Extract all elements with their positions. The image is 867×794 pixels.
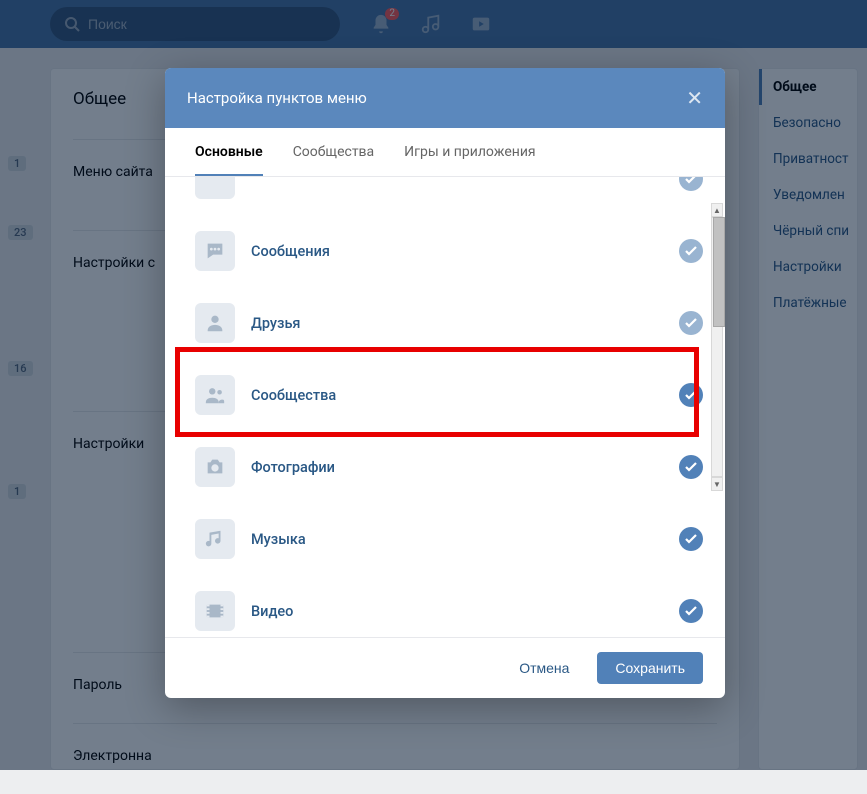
menu-label: Музыка bbox=[251, 531, 663, 548]
menu-row-partial bbox=[195, 177, 703, 215]
menu-label: Сообщения bbox=[251, 243, 663, 260]
modal-footer: Отмена Сохранить bbox=[165, 637, 725, 698]
close-icon[interactable]: ✕ bbox=[686, 86, 703, 110]
toggle-check[interactable] bbox=[679, 455, 703, 479]
save-button[interactable]: Сохранить bbox=[597, 652, 703, 684]
toggle-check[interactable] bbox=[679, 383, 703, 407]
scrollbar-thumb[interactable] bbox=[713, 217, 725, 327]
menu-settings-modal: Настройка пунктов меню ✕ Основные Сообще… bbox=[165, 68, 725, 698]
toggle-check[interactable] bbox=[679, 527, 703, 551]
person-icon bbox=[195, 303, 235, 343]
menu-label: Видео bbox=[251, 603, 663, 620]
chat-icon bbox=[195, 231, 235, 271]
generic-icon bbox=[195, 177, 235, 199]
scroll-down-icon[interactable]: ▼ bbox=[711, 477, 723, 491]
menu-label: Сообщества bbox=[251, 387, 663, 404]
film-icon bbox=[195, 591, 235, 631]
menu-row-communities: Сообщества bbox=[195, 359, 703, 431]
modal-title: Настройка пунктов меню bbox=[187, 89, 367, 107]
menu-row-video: Видео bbox=[195, 575, 703, 637]
toggle-check[interactable] bbox=[679, 239, 703, 263]
toggle-check[interactable] bbox=[679, 311, 703, 335]
menu-row-friends: Друзья bbox=[195, 287, 703, 359]
people-icon bbox=[195, 375, 235, 415]
menu-label: Фотографии bbox=[251, 459, 663, 476]
toggle-check[interactable] bbox=[679, 599, 703, 623]
modal-tabs: Основные Сообщества Игры и приложения bbox=[165, 128, 725, 177]
menu-row-messages: Сообщения bbox=[195, 215, 703, 287]
tab-apps[interactable]: Игры и приложения bbox=[404, 128, 535, 176]
tab-main[interactable]: Основные bbox=[195, 128, 263, 176]
tab-groups[interactable]: Сообщества bbox=[293, 128, 374, 176]
menu-row-photos: Фотографии bbox=[195, 431, 703, 503]
scroll-up-icon[interactable]: ▲ bbox=[711, 203, 723, 217]
toggle-check[interactable] bbox=[679, 177, 703, 191]
menu-label: Друзья bbox=[251, 315, 663, 332]
modal-body: Сообщения Друзья Сообщества bbox=[165, 177, 725, 637]
music-note-icon bbox=[195, 519, 235, 559]
cancel-button[interactable]: Отмена bbox=[501, 652, 587, 684]
modal-header: Настройка пунктов меню ✕ bbox=[165, 68, 725, 128]
camera-icon bbox=[195, 447, 235, 487]
menu-row-music: Музыка bbox=[195, 503, 703, 575]
